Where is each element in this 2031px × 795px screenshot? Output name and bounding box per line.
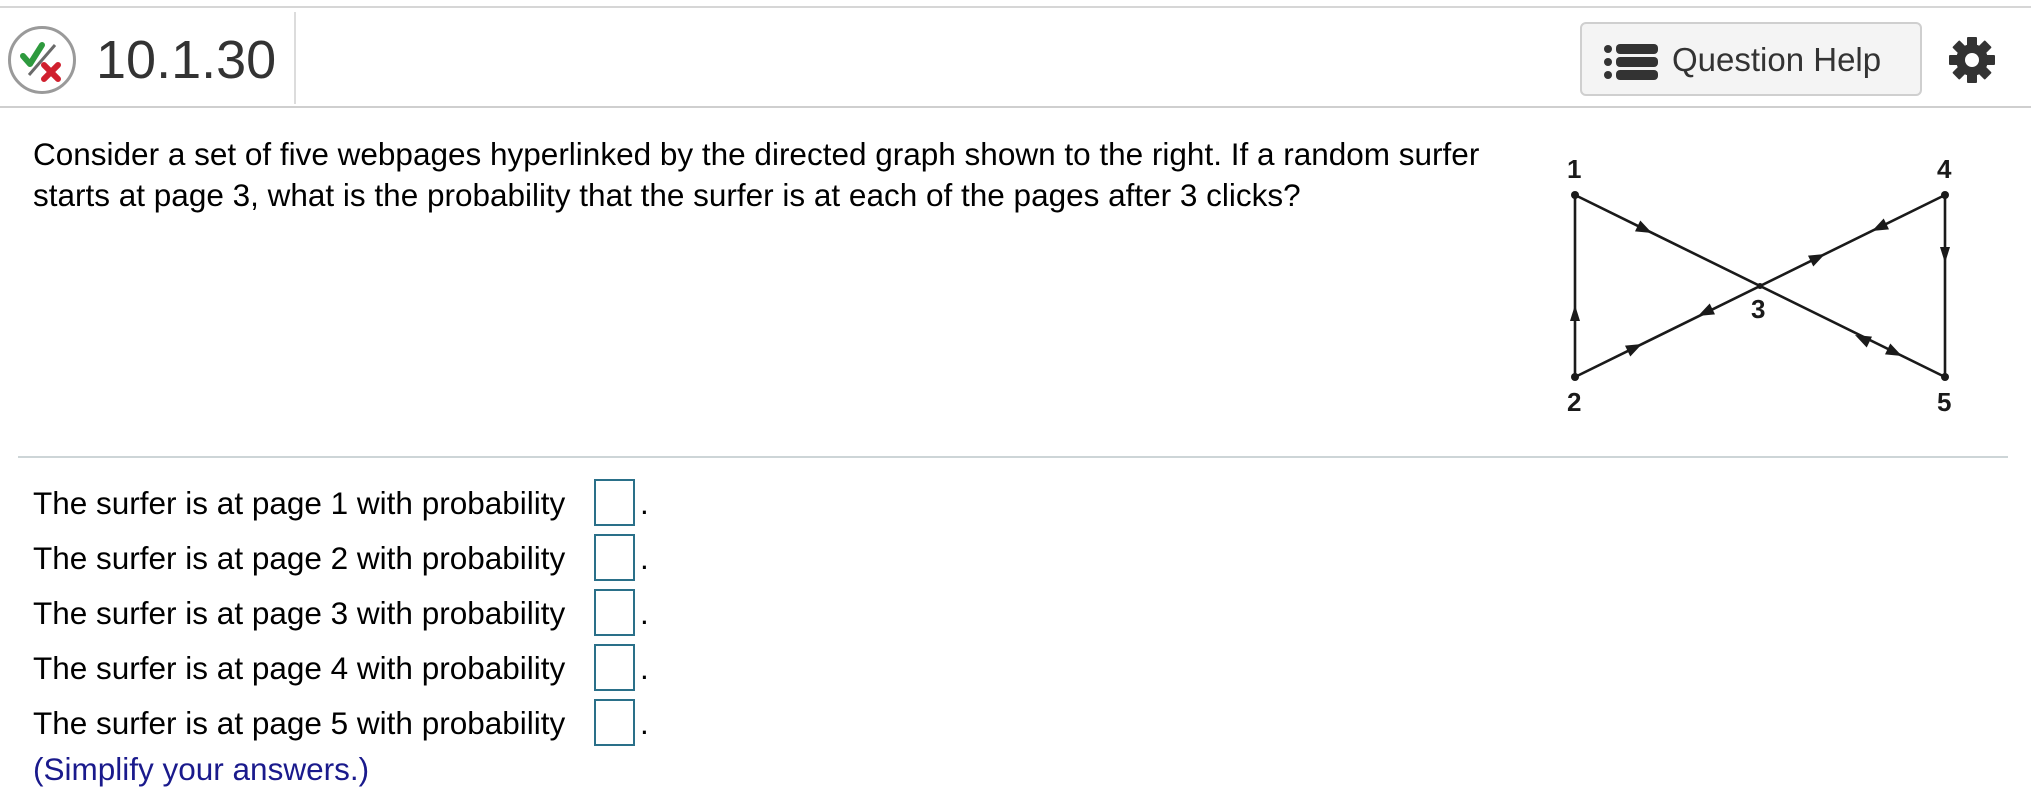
answer-prompt: The surfer is at page 2 with probability (33, 540, 566, 576)
node-label-3: 3 (1751, 294, 1765, 324)
arrow-3-2 (1698, 303, 1716, 316)
arrow-3-5 (1884, 343, 1902, 356)
arrow-2-1 (1570, 305, 1580, 321)
section-divider (18, 456, 2008, 458)
node-label-2: 2 (1567, 387, 1581, 417)
probability-input-page-4[interactable] (594, 644, 635, 691)
gear-icon[interactable] (1948, 36, 1996, 89)
header-divider (294, 12, 296, 104)
partially-correct-icon (8, 26, 76, 94)
answer-period: . (640, 650, 649, 686)
answer-period: . (640, 705, 649, 741)
question-number: 10.1.30 (96, 30, 277, 90)
answer-period: . (640, 540, 649, 576)
question-header: 10.1.30 Question Help (0, 8, 2031, 108)
node-label-5: 5 (1937, 387, 1951, 417)
simplify-hint: (Simplify your answers.) (33, 751, 370, 787)
node-label-4: 4 (1937, 154, 1952, 184)
question-help-label: Question Help (1672, 41, 1882, 78)
arrow-1-3 (1634, 220, 1652, 233)
answer-prompt: The surfer is at page 4 with probability (33, 650, 566, 686)
arrow-4-3 (1872, 218, 1890, 231)
node-5 (1941, 373, 1949, 381)
list-icon (1604, 44, 1660, 85)
answer-prompt: The surfer is at page 1 with probability (33, 485, 566, 521)
node-4 (1941, 191, 1949, 199)
directed-graph: 1 2 3 4 5 (1540, 145, 1980, 425)
arrow-4-5 (1940, 247, 1950, 263)
arrow-2-3 (1624, 344, 1642, 357)
node-1 (1571, 191, 1579, 199)
answer-period: . (640, 595, 649, 631)
node-3 (1757, 283, 1763, 289)
node-label-1: 1 (1567, 154, 1581, 184)
arrow-3-4 (1807, 254, 1825, 267)
question-text: Consider a set of five webpages hyperlin… (33, 136, 1480, 213)
answer-prompt: The surfer is at page 5 with probability (33, 705, 566, 741)
question-help-button[interactable]: Question Help (1580, 22, 1922, 96)
answer-prompt: The surfer is at page 3 with probability (33, 595, 566, 631)
probability-input-page-3[interactable] (594, 589, 635, 636)
probability-input-page-2[interactable] (594, 534, 635, 581)
node-2 (1571, 373, 1579, 381)
probability-input-page-5[interactable] (594, 699, 635, 746)
answer-period: . (640, 485, 649, 521)
probability-input-page-1[interactable] (594, 479, 635, 526)
